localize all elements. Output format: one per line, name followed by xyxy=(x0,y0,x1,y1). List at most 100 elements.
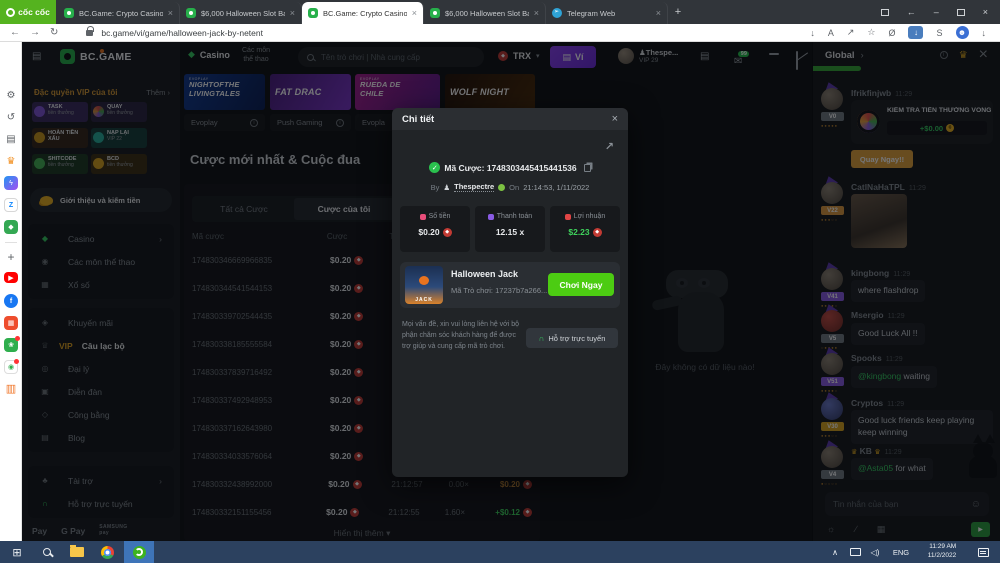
tab-favicon xyxy=(186,8,196,18)
tab-title: $6,000 Halloween Slot Battle xyxy=(201,9,285,18)
action-center-icon[interactable] xyxy=(972,541,994,563)
chrome-icon[interactable] xyxy=(94,541,120,563)
tab-favicon xyxy=(552,8,562,18)
game-id-row: Mã Trò chơi: 17237b7a266... xyxy=(451,286,557,295)
tab-close-icon[interactable]: × xyxy=(412,8,417,18)
facebook-icon[interactable]: f xyxy=(0,294,22,308)
share-icon[interactable]: ↗ xyxy=(847,27,855,38)
thumb-caption: JACK xyxy=(405,297,443,303)
bcgame-page: ▤ BC.GAME Đặc quyền VIP của tôi Thêm › T… xyxy=(22,42,1000,541)
bookmark-star-icon[interactable]: ☆ xyxy=(867,27,875,38)
browser-tab[interactable]: Telegram Web × xyxy=(546,2,668,24)
reading-list-icon[interactable]: ▤ xyxy=(0,134,22,145)
new-tab-button[interactable]: + xyxy=(668,0,688,24)
promo-ball-icon[interactable]: ◉ xyxy=(0,360,22,374)
gift-icon[interactable]: ❀ xyxy=(0,338,22,352)
messenger-icon[interactable]: ϟ xyxy=(0,176,22,190)
crown-vip-icon[interactable]: ♛ xyxy=(0,156,22,167)
tab-title: BC.Game: Crypto Casino Gan xyxy=(79,9,163,18)
play-now-button[interactable]: Chơi Ngay xyxy=(548,273,614,296)
history-icon[interactable]: ↺ xyxy=(0,112,22,123)
game-thumbnail[interactable]: JACK xyxy=(405,266,443,304)
bet-id-row: ✓ Mã Cược: 1748303445415441536 xyxy=(392,162,628,173)
download-manager-icon[interactable]: ↓ xyxy=(908,26,923,39)
browser-tab[interactable]: $6,000 Halloween Slot Battle × xyxy=(424,2,546,24)
payout-icon xyxy=(488,214,494,220)
shop-icon[interactable]: ▦ xyxy=(0,316,22,330)
tab-favicon xyxy=(308,8,318,18)
bet-author[interactable]: Thespectre xyxy=(454,182,494,192)
downloads-icon[interactable]: ↓ xyxy=(982,28,987,38)
forward-button[interactable]: → xyxy=(30,27,40,38)
back-button[interactable]: ← xyxy=(10,27,20,38)
coccoc-menu-button[interactable]: cốc cốc xyxy=(0,0,56,24)
bet-datetime: 21:14:53, 1/11/2022 xyxy=(523,183,589,192)
tab-close-icon[interactable]: × xyxy=(656,8,661,18)
copy-icon[interactable] xyxy=(584,164,591,172)
frog-emoji-icon xyxy=(498,184,505,191)
translate-icon[interactable]: A xyxy=(828,28,834,38)
tray-expand-icon[interactable]: ∧ xyxy=(826,541,844,563)
browser-tab[interactable]: $6,000 Halloween Slot Battle × xyxy=(180,2,302,24)
back-to-app-icon[interactable]: ← xyxy=(907,7,916,17)
game-card: JACK Halloween Jack Mã Trò chơi: 17237b7… xyxy=(400,262,620,308)
volume-icon[interactable]: ◁) xyxy=(866,541,884,563)
tab-title: $6,000 Halloween Slot Battle xyxy=(445,9,529,18)
tab-favicon xyxy=(64,8,74,18)
zalo-icon[interactable]: Z xyxy=(0,198,22,212)
browser-tab[interactable]: BC.Game: Crypto Casino Gan × xyxy=(58,2,180,24)
cast-icon[interactable] xyxy=(881,9,889,16)
ssl-lock-icon[interactable] xyxy=(86,30,93,36)
taskbar-search-icon[interactable] xyxy=(34,541,60,563)
youtube-icon[interactable]: ▶ xyxy=(0,272,22,283)
window-close-button[interactable]: × xyxy=(983,7,988,17)
browser-tab-bar: cốc cốc BC.Game: Crypto Casino Gan × $6,… xyxy=(0,0,1000,24)
add-shortcut-icon[interactable]: + xyxy=(0,250,22,264)
file-explorer-icon[interactable] xyxy=(64,541,90,563)
save-page-icon[interactable]: ↓ xyxy=(810,28,815,38)
tab-close-icon[interactable]: × xyxy=(290,8,295,18)
browser-sidebar: ⚙ ↺ ▤ ♛ ϟ Z ◆ + ▶ f ▦ ❀ ◉ ▥ ⋯ xyxy=(0,42,22,541)
window-restore-button[interactable] xyxy=(957,9,965,16)
profit-icon xyxy=(565,214,571,220)
url-text[interactable]: bc.game/vi/game/halloween-jack-by-netent xyxy=(101,28,263,38)
trx-coin-icon: ◆ xyxy=(443,228,452,237)
language-indicator[interactable]: ENG xyxy=(888,541,914,563)
bet-author-row: By ♟ Thespectre On 21:14:53, 1/11/2022 xyxy=(392,182,628,192)
modal-title: Chi tiết xyxy=(402,114,434,125)
window-minimize-button[interactable]: – xyxy=(934,7,939,17)
coccoc-logo-icon xyxy=(6,8,15,17)
cart-icon[interactable]: ▥ xyxy=(0,382,22,395)
modal-body: ↗ ✓ Mã Cược: 1748303445415441536 By ♟ Th… xyxy=(392,130,628,477)
games-icon[interactable]: ◆ xyxy=(0,220,22,234)
live-support-button[interactable]: ∩ Hỗ trợ trực tuyến xyxy=(526,328,618,348)
network-icon[interactable] xyxy=(846,541,864,563)
windows-taskbar: ⊞ ∧ ◁) ENG 11:29 AM11/2/2022 xyxy=(0,541,1000,563)
stat-profit: Lợi nhuận $2.23◆ xyxy=(550,206,620,252)
extension-icon[interactable]: S xyxy=(936,28,942,38)
modal-close-icon[interactable]: × xyxy=(612,113,618,125)
trx-coin-icon: ◆ xyxy=(593,228,602,237)
share-bet-icon[interactable]: ↗ xyxy=(605,140,614,153)
address-bar: ← → ↻ bc.game/vi/game/halloween-jack-by-… xyxy=(0,24,1000,42)
browser-tab[interactable]: BC.Game: Crypto Casino Gan × xyxy=(302,2,424,24)
tab-close-icon[interactable]: × xyxy=(168,8,173,18)
bet-stats: Số tiền $0.20◆ Thanh toán 12.15 x Lợi nh… xyxy=(400,206,620,252)
game-id[interactable]: 17237b7a266... xyxy=(495,286,547,295)
bet-details-modal: Chi tiết × ↗ ✓ Mã Cược: 1748303445415441… xyxy=(392,108,628,477)
user-badge-icon: ♟ xyxy=(443,183,450,192)
taskbar-clock[interactable]: 11:29 AM11/2/2022 xyxy=(918,541,966,563)
tab-close-icon[interactable]: × xyxy=(534,8,539,18)
profile-avatar-icon[interactable]: ☻ xyxy=(956,26,969,39)
adblock-icon[interactable]: Ø xyxy=(888,28,895,38)
support-note: Mọi vấn đề, xin vui lòng liên hệ với bộ … xyxy=(402,320,524,353)
settings-gear-icon[interactable]: ⚙ xyxy=(0,90,22,101)
reload-button[interactable]: ↻ xyxy=(50,27,58,38)
modal-bet-id[interactable]: 1748303445415441536 xyxy=(487,163,577,173)
start-button[interactable]: ⊞ xyxy=(4,541,30,563)
coccoc-taskbar-icon[interactable] xyxy=(124,541,154,563)
address-bar-actions: ↓ A ↗ ☆ Ø ↓ S ☻ ↓ xyxy=(810,26,1000,39)
modal-header: Chi tiết × xyxy=(392,108,628,130)
headset-icon: ∩ xyxy=(539,334,545,343)
game-name: Halloween Jack xyxy=(451,269,518,279)
